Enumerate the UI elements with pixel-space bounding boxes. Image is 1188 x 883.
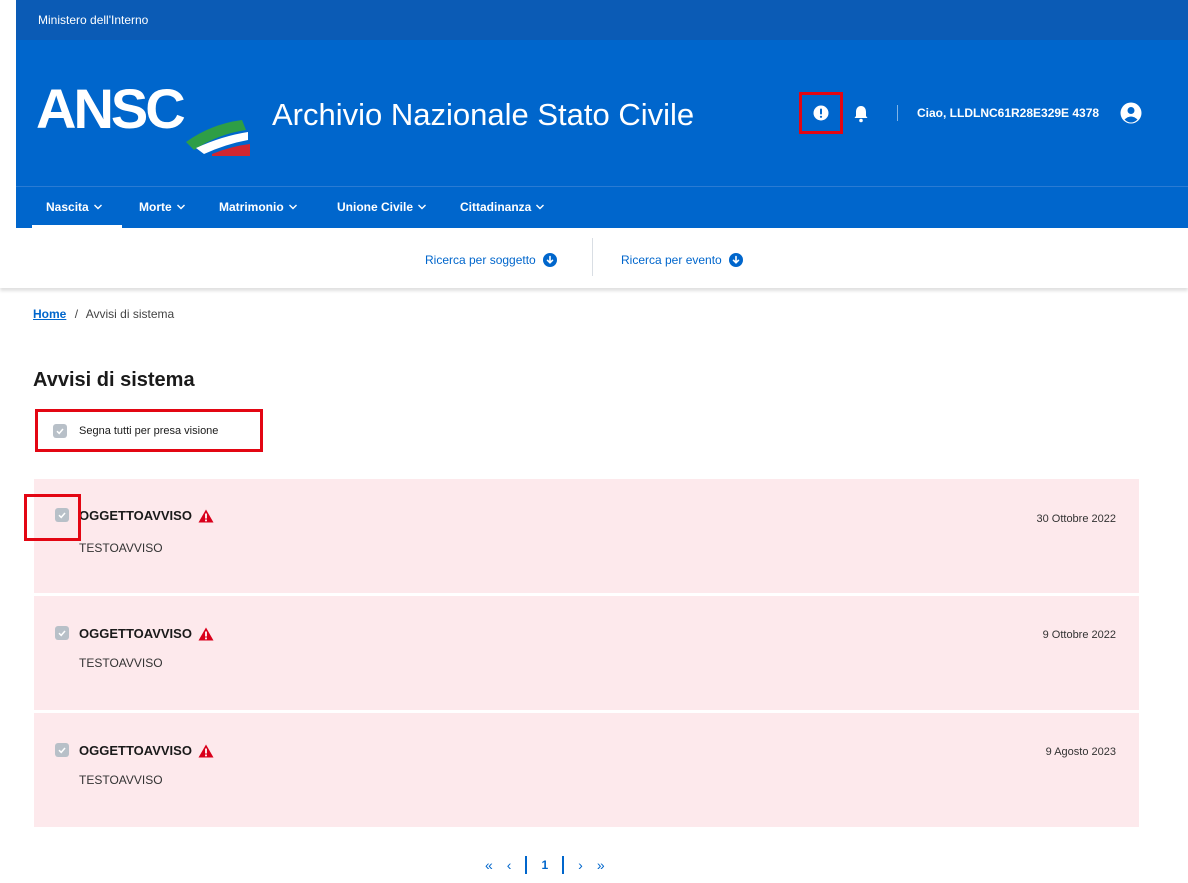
main-nav: [16, 186, 1188, 228]
last-page-button[interactable]: »: [597, 857, 605, 873]
breadcrumb-current: Avvisi di sistema: [85, 307, 175, 321]
nav-item-cittadinanza[interactable]: Cittadinanza: [460, 200, 545, 214]
breadcrumb-separator: /: [74, 307, 79, 321]
notice-date: 9 Ottobre 2022: [1042, 629, 1116, 641]
nav-label: Cittadinanza: [460, 200, 532, 214]
user-greeting[interactable]: Ciao, LLDLNC61R28E329E 4378: [917, 106, 1099, 120]
notice-checkbox[interactable]: [55, 743, 69, 757]
user-circle-icon[interactable]: [1120, 102, 1142, 124]
check-icon: [58, 747, 66, 754]
notice-date: 9 Agosto 2023: [1045, 746, 1116, 758]
sub-link-label: Ricerca per soggetto: [425, 253, 536, 267]
top-strip: [16, 0, 1188, 40]
notice-text: TESTOAVVISO: [79, 773, 163, 787]
notice-title: OGGETTOAVVISO: [79, 626, 214, 641]
nav-label: Unione Civile: [337, 200, 414, 214]
notice-title: OGGETTOAVVISO: [79, 743, 214, 758]
chevron-down-icon: [176, 204, 185, 210]
highlight-frame: [35, 409, 263, 452]
sub-nav-divider: [592, 238, 593, 276]
nav-item-matrimonio[interactable]: Matrimonio: [219, 200, 298, 214]
current-page[interactable]: 1: [541, 858, 548, 872]
pagination-divider: [562, 856, 565, 874]
nav-label: Matrimonio: [219, 200, 284, 214]
sub-nav: [0, 228, 1188, 288]
breadcrumb-home-link[interactable]: Home: [33, 307, 66, 321]
chevron-down-icon: [418, 204, 427, 210]
exclamation-circle-icon: [813, 105, 829, 121]
highlight-frame: [24, 494, 81, 541]
notice-title-text: OGGETTOAVVISO: [79, 743, 192, 758]
warning-icon: [198, 509, 214, 522]
prev-page-button[interactable]: ‹: [507, 857, 512, 873]
breadcrumb: Home / Avvisi di sistema: [33, 307, 174, 321]
pagination: « ‹ 1 › »: [485, 856, 605, 874]
nav-label: Morte: [139, 200, 172, 214]
nav-label: Nascita: [46, 200, 89, 214]
ministry-label: Ministero dell'Interno: [38, 13, 149, 27]
nav-item-unione-civile[interactable]: Unione Civile: [337, 200, 427, 214]
nav-item-nascita[interactable]: Nascita: [46, 200, 103, 214]
bell-icon[interactable]: [853, 105, 869, 123]
chevron-down-icon: [93, 204, 102, 210]
next-page-button[interactable]: ›: [578, 857, 583, 873]
notice-card: [34, 596, 1139, 710]
pagination-divider: [525, 856, 528, 874]
ansc-logo[interactable]: ANSC: [36, 72, 256, 156]
arrow-down-circle-icon: [728, 253, 743, 267]
notice-card: [34, 713, 1139, 827]
notice-text: TESTOAVVISO: [79, 656, 163, 670]
check-icon: [58, 630, 66, 637]
notice-card: [34, 479, 1139, 593]
site-title: Archivio Nazionale Stato Civile: [272, 97, 695, 132]
notice-title-text: OGGETTOAVVISO: [79, 508, 192, 523]
header-divider: [897, 105, 898, 121]
notice-title: OGGETTOAVVISO: [79, 508, 214, 523]
notice-date: 30 Ottobre 2022: [1036, 513, 1116, 525]
search-by-subject-link[interactable]: Ricerca per soggetto: [425, 253, 557, 267]
chevron-down-icon: [288, 204, 297, 210]
notice-text: TESTOAVVISO: [79, 541, 163, 555]
search-by-event-link[interactable]: Ricerca per evento: [621, 253, 743, 267]
warning-icon: [198, 627, 214, 640]
logo-text: ANSC: [36, 77, 184, 140]
notice-checkbox[interactable]: [55, 626, 69, 640]
nav-item-morte[interactable]: Morte: [139, 200, 186, 214]
notice-title-text: OGGETTOAVVISO: [79, 626, 192, 641]
chevron-down-icon: [536, 204, 545, 210]
alerts-button[interactable]: [799, 92, 843, 134]
warning-icon: [198, 744, 214, 757]
sub-link-label: Ricerca per evento: [621, 253, 722, 267]
arrow-down-circle-icon: [542, 253, 557, 267]
first-page-button[interactable]: «: [485, 857, 493, 873]
page-title: Avvisi di sistema: [33, 369, 195, 391]
